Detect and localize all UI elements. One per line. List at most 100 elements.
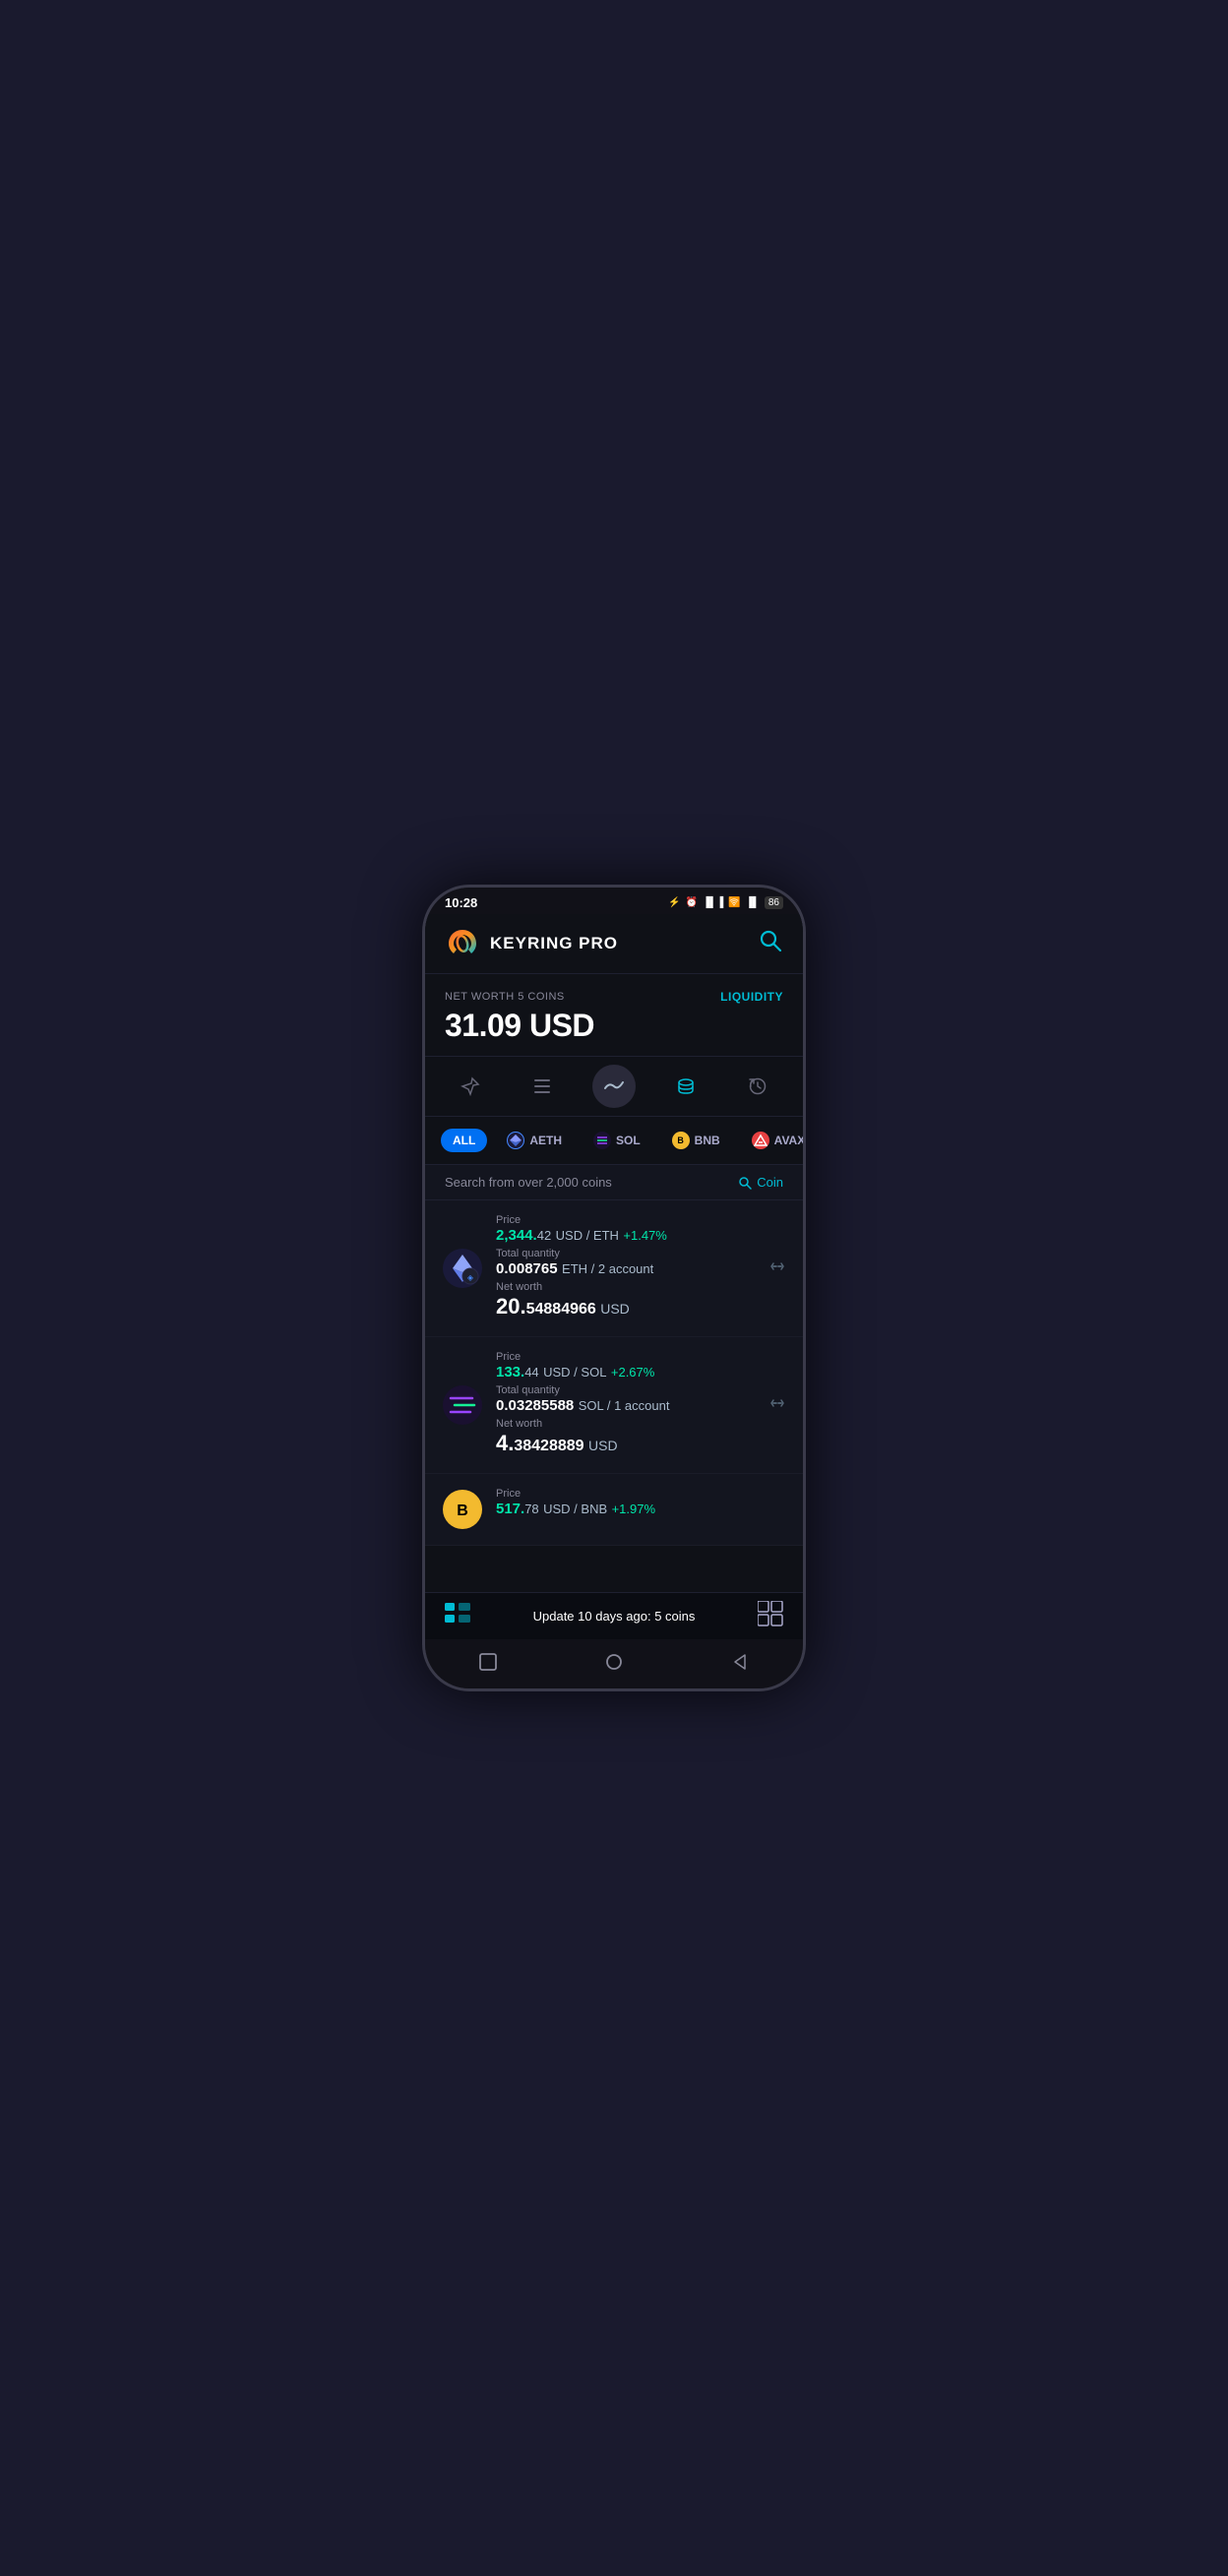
update-text: Update 10 days ago: 5 coins xyxy=(533,1609,696,1624)
coin-list: ◈ Price 2,344.42 USD / ETH +1.47% Total … xyxy=(425,1200,803,1592)
sol-qty-value: 0.03285588 SOL / 1 account xyxy=(496,1397,756,1415)
sol-logo xyxy=(441,1383,484,1427)
svg-text:◈: ◈ xyxy=(467,1273,474,1282)
eth-qty-row: Total quantity 0.008765 ETH / 2 account xyxy=(496,1248,756,1278)
app-title: KEYRING PRO xyxy=(490,934,618,953)
network-icon: ▐▌ xyxy=(746,897,760,908)
sol-worth-value: 4.38428889 USD xyxy=(496,1431,756,1456)
sol-price-value: 133.44 USD / SOL +2.67% xyxy=(496,1364,756,1381)
coin-search-icon xyxy=(738,1176,752,1190)
chain-pill-avax-label: AVAX xyxy=(774,1134,803,1147)
eth-price-unit: USD / ETH xyxy=(556,1228,619,1243)
bnb-price-change: +1.97% xyxy=(612,1502,655,1516)
sol-qty-row: Total quantity 0.03285588 SOL / 1 accoun… xyxy=(496,1384,756,1415)
tab-pin[interactable] xyxy=(449,1065,492,1108)
chain-pill-avax[interactable]: AVAX xyxy=(740,1127,803,1154)
eth-price-row: Price 2,344.42 USD / ETH +1.47% xyxy=(496,1214,756,1245)
eth-worth-row: Net worth 20.54884966 USD xyxy=(496,1281,756,1319)
phone-frame: 10:28 ⚡ ⏰ ▐▌▐ 🛜 ▐▌ 86 xyxy=(422,885,806,1691)
bnb-logo: B xyxy=(441,1488,484,1531)
chain-pill-sol-label: SOL xyxy=(616,1134,641,1147)
bluetooth-icon: ⚡ xyxy=(668,897,680,908)
chain-pill-all-label: ALL xyxy=(453,1134,475,1147)
app-content: KEYRING PRO NET WORTH 5 COINS LIQUIDITY … xyxy=(425,914,803,1592)
eth-price-main: 2,344. xyxy=(496,1227,537,1244)
sol-price-decimal: 44 xyxy=(524,1365,538,1380)
chain-pill-aeth[interactable]: AETH xyxy=(495,1127,574,1154)
bnb-price-main: 517. xyxy=(496,1501,524,1517)
signal-icon: ▐▌▐ xyxy=(703,897,723,908)
sol-worth-row: Net worth 4.38428889 USD xyxy=(496,1418,756,1456)
eth-price-label: Price xyxy=(496,1214,756,1226)
chain-pill-aeth-label: AETH xyxy=(529,1134,562,1147)
bnb-price-value: 517.78 USD / BNB +1.97% xyxy=(496,1501,787,1518)
bottom-bar: Update 10 days ago: 5 coins xyxy=(425,1592,803,1639)
status-time: 10:28 xyxy=(445,895,477,910)
tab-chart[interactable] xyxy=(592,1065,636,1108)
net-worth-section: NET WORTH 5 COINS LIQUIDITY 31.09 USD xyxy=(425,974,803,1057)
wifi-icon: 🛜 xyxy=(728,897,740,908)
bnb-price-unit: USD / BNB xyxy=(543,1502,607,1516)
coin-search-label: Coin xyxy=(757,1175,783,1190)
eth-worth-main: 20. xyxy=(496,1294,526,1319)
list-view-icon[interactable] xyxy=(445,1603,470,1629)
sol-worth-decimal: 38428889 xyxy=(514,1438,583,1454)
eth-price-change: +1.47% xyxy=(623,1228,666,1243)
alarm-icon: ⏰ xyxy=(686,897,698,908)
eth-qty-value: 0.008765 ETH / 2 account xyxy=(496,1260,756,1278)
bnb-price-decimal: 78 xyxy=(524,1502,538,1516)
coin-item-eth[interactable]: ◈ Price 2,344.42 USD / ETH +1.47% Total … xyxy=(425,1200,803,1337)
chain-filter: ALL AETH xyxy=(425,1117,803,1165)
sol-icon xyxy=(595,1134,609,1147)
sol-price-unit: USD / SOL xyxy=(543,1365,606,1380)
coin-search-bar: Search from over 2,000 coins Coin xyxy=(425,1165,803,1200)
eth-expand-icon[interactable] xyxy=(768,1257,787,1281)
tab-list[interactable] xyxy=(521,1065,564,1108)
sol-details: Price 133.44 USD / SOL +2.67% Total quan… xyxy=(496,1351,756,1459)
chain-pill-sol[interactable]: SOL xyxy=(582,1127,652,1154)
logo-area: KEYRING PRO xyxy=(445,926,618,961)
app-logo-icon xyxy=(445,926,480,961)
eth-qty-label: Total quantity xyxy=(496,1248,756,1259)
sol-qty-decimal: 03285588 xyxy=(509,1397,575,1414)
chain-pill-all[interactable]: ALL xyxy=(441,1129,487,1152)
sol-price-label: Price xyxy=(496,1351,756,1363)
net-worth-header: NET WORTH 5 COINS LIQUIDITY xyxy=(445,990,783,1004)
eth-qty-unit: ETH / 2 account xyxy=(562,1261,653,1276)
eth-price-decimal: 42 xyxy=(537,1228,551,1243)
eth-worth-value: 20.54884966 USD xyxy=(496,1294,756,1319)
liquidity-button[interactable]: LIQUIDITY xyxy=(720,990,783,1004)
android-back-btn[interactable] xyxy=(720,1647,760,1677)
status-icons: ⚡ ⏰ ▐▌▐ 🛜 ▐▌ 86 xyxy=(668,896,783,909)
sol-worth-main: 4. xyxy=(496,1431,514,1455)
tab-history[interactable] xyxy=(736,1065,779,1108)
eth-worth-unit: USD xyxy=(600,1301,630,1317)
app-header: KEYRING PRO xyxy=(425,914,803,974)
chain-pill-bnb[interactable]: B BNB xyxy=(660,1127,732,1154)
net-worth-value: 31.09 USD xyxy=(445,1008,783,1044)
bnb-details: Price 517.78 USD / BNB +1.97% xyxy=(496,1488,787,1521)
android-square-btn[interactable] xyxy=(468,1647,508,1677)
nav-tabs xyxy=(425,1057,803,1117)
net-worth-label: NET WORTH 5 COINS xyxy=(445,991,565,1003)
sol-expand-icon[interactable] xyxy=(768,1393,787,1418)
search-bar-text: Search from over 2,000 coins xyxy=(445,1175,612,1190)
avax-icon xyxy=(754,1134,768,1147)
coin-search-button[interactable]: Coin xyxy=(738,1175,783,1190)
aeth-icon xyxy=(509,1134,522,1147)
bnb-price-label: Price xyxy=(496,1488,787,1500)
sol-qty-unit: SOL / 1 account xyxy=(579,1398,670,1413)
sol-qty-main: 0. xyxy=(496,1397,509,1414)
eth-qty-decimal: 008765 xyxy=(509,1260,558,1277)
grid-view-icon[interactable] xyxy=(758,1601,783,1631)
eth-worth-decimal: 54884966 xyxy=(526,1301,596,1318)
android-home-btn[interactable] xyxy=(594,1647,634,1677)
eth-qty-main: 0. xyxy=(496,1260,509,1277)
tab-stack[interactable] xyxy=(664,1065,707,1108)
coin-item-bnb[interactable]: B Price 517.78 USD / BNB +1.97% xyxy=(425,1474,803,1546)
eth-price-value: 2,344.42 USD / ETH +1.47% xyxy=(496,1227,756,1245)
header-search-button[interactable] xyxy=(758,928,783,959)
sol-price-change: +2.67% xyxy=(611,1365,654,1380)
coin-item-sol[interactable]: Price 133.44 USD / SOL +2.67% Total quan… xyxy=(425,1337,803,1474)
eth-details: Price 2,344.42 USD / ETH +1.47% Total qu… xyxy=(496,1214,756,1322)
